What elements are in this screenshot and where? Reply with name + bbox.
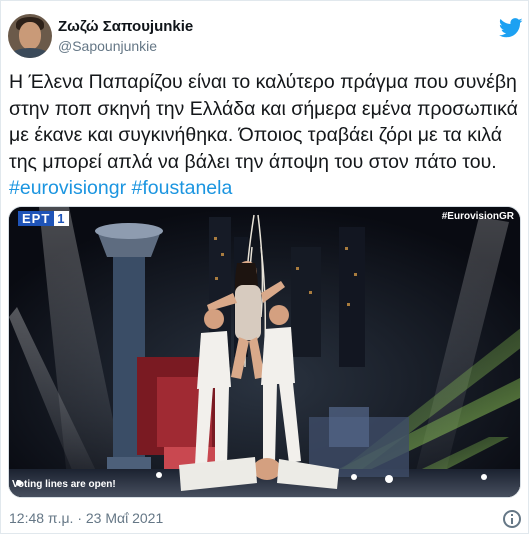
avatar-shirt [10,48,50,58]
twitter-bird-icon[interactable] [499,18,523,38]
tweet-media[interactable]: ΕΡΤ 1 #EurovisionGR Voting lines are open… [8,206,521,498]
tweet-timestamp[interactable]: 12:48 π.μ. · 23 Μαΐ 2021 [9,510,163,526]
voting-ticker: Voting lines are open! [12,479,116,490]
avatar[interactable] [8,14,52,58]
stage-photo [9,207,520,497]
channel-hashtag-overlay: #EurovisionGR [441,211,514,222]
hashtag-link[interactable]: #eurovisiongr [9,177,126,199]
tweet-text: Η Έλενα Παπαρίζου είναι το καλύτερο πράγ… [9,69,521,202]
tweet-card: Ζωζώ Σαπουjunkie @Sapounjunkie Η Έλενα Π… [0,0,529,534]
avatar-face [19,22,41,50]
broadcaster-channel: 1 [54,211,69,226]
broadcaster-logo-text: ΕΡΤ [18,211,55,226]
hashtag-link[interactable]: #foustanela [132,177,233,199]
author-handle[interactable]: @Sapounjunkie [58,38,157,54]
info-icon[interactable] [503,510,521,528]
author-display-name[interactable]: Ζωζώ Σαπουjunkie [58,18,193,35]
tweet-body: Η Έλενα Παπαρίζου είναι το καλύτερο πράγ… [9,71,518,173]
broadcaster-logo: ΕΡΤ 1 [18,211,69,226]
